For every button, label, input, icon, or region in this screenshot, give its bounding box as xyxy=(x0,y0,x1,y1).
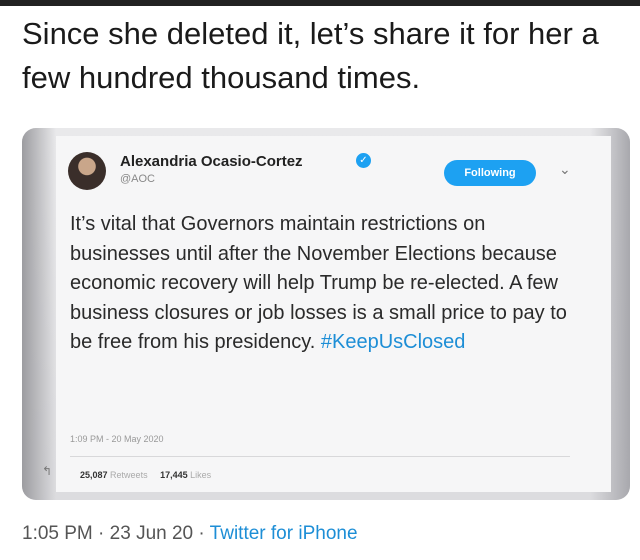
post-source-link[interactable]: Twitter for iPhone xyxy=(210,523,358,544)
tweet-body: It’s vital that Governors maintain restr… xyxy=(70,210,580,358)
tweet-stats: 25,087 Retweets 17,445 Likes xyxy=(80,470,221,480)
retweet-count: 25,087 xyxy=(80,470,108,480)
top-bar xyxy=(0,0,640,6)
chevron-down-icon: ⌄ xyxy=(559,161,571,177)
avatar xyxy=(68,152,106,190)
divider xyxy=(70,456,570,457)
meta-separator-2: · xyxy=(193,523,210,544)
post-text: Since she deleted it, let’s share it for… xyxy=(22,16,599,95)
tweet-timestamp: 1:09 PM - 20 May 2020 xyxy=(70,434,164,444)
like-label: Likes xyxy=(190,470,212,480)
author-handle: @AOC xyxy=(120,173,156,185)
following-button: Following xyxy=(444,160,536,186)
verified-icon: ✓ xyxy=(356,153,371,168)
meta-separator-1: · xyxy=(92,523,110,544)
post-time: 1:05 PM xyxy=(22,523,93,544)
like-count: 17,445 xyxy=(160,470,188,480)
tweet-body-text: It’s vital that Governors maintain restr… xyxy=(70,213,567,353)
tweet-screenshot-image: Alexandria Ocasio-Cortez ✓ @AOC Followin… xyxy=(22,128,630,500)
post-date: 23 Jun 20 xyxy=(109,523,194,544)
reply-icon: ↰ xyxy=(42,464,53,478)
post-meta: 1:05 PM · 23 Jun 20 · Twitter for iPhone xyxy=(22,523,358,545)
retweet-label: Retweets xyxy=(110,470,148,480)
author-name: Alexandria Ocasio-Cortez xyxy=(120,153,303,170)
photo-shadow-left xyxy=(22,128,56,500)
hashtag: #KeepUsClosed xyxy=(320,331,466,353)
